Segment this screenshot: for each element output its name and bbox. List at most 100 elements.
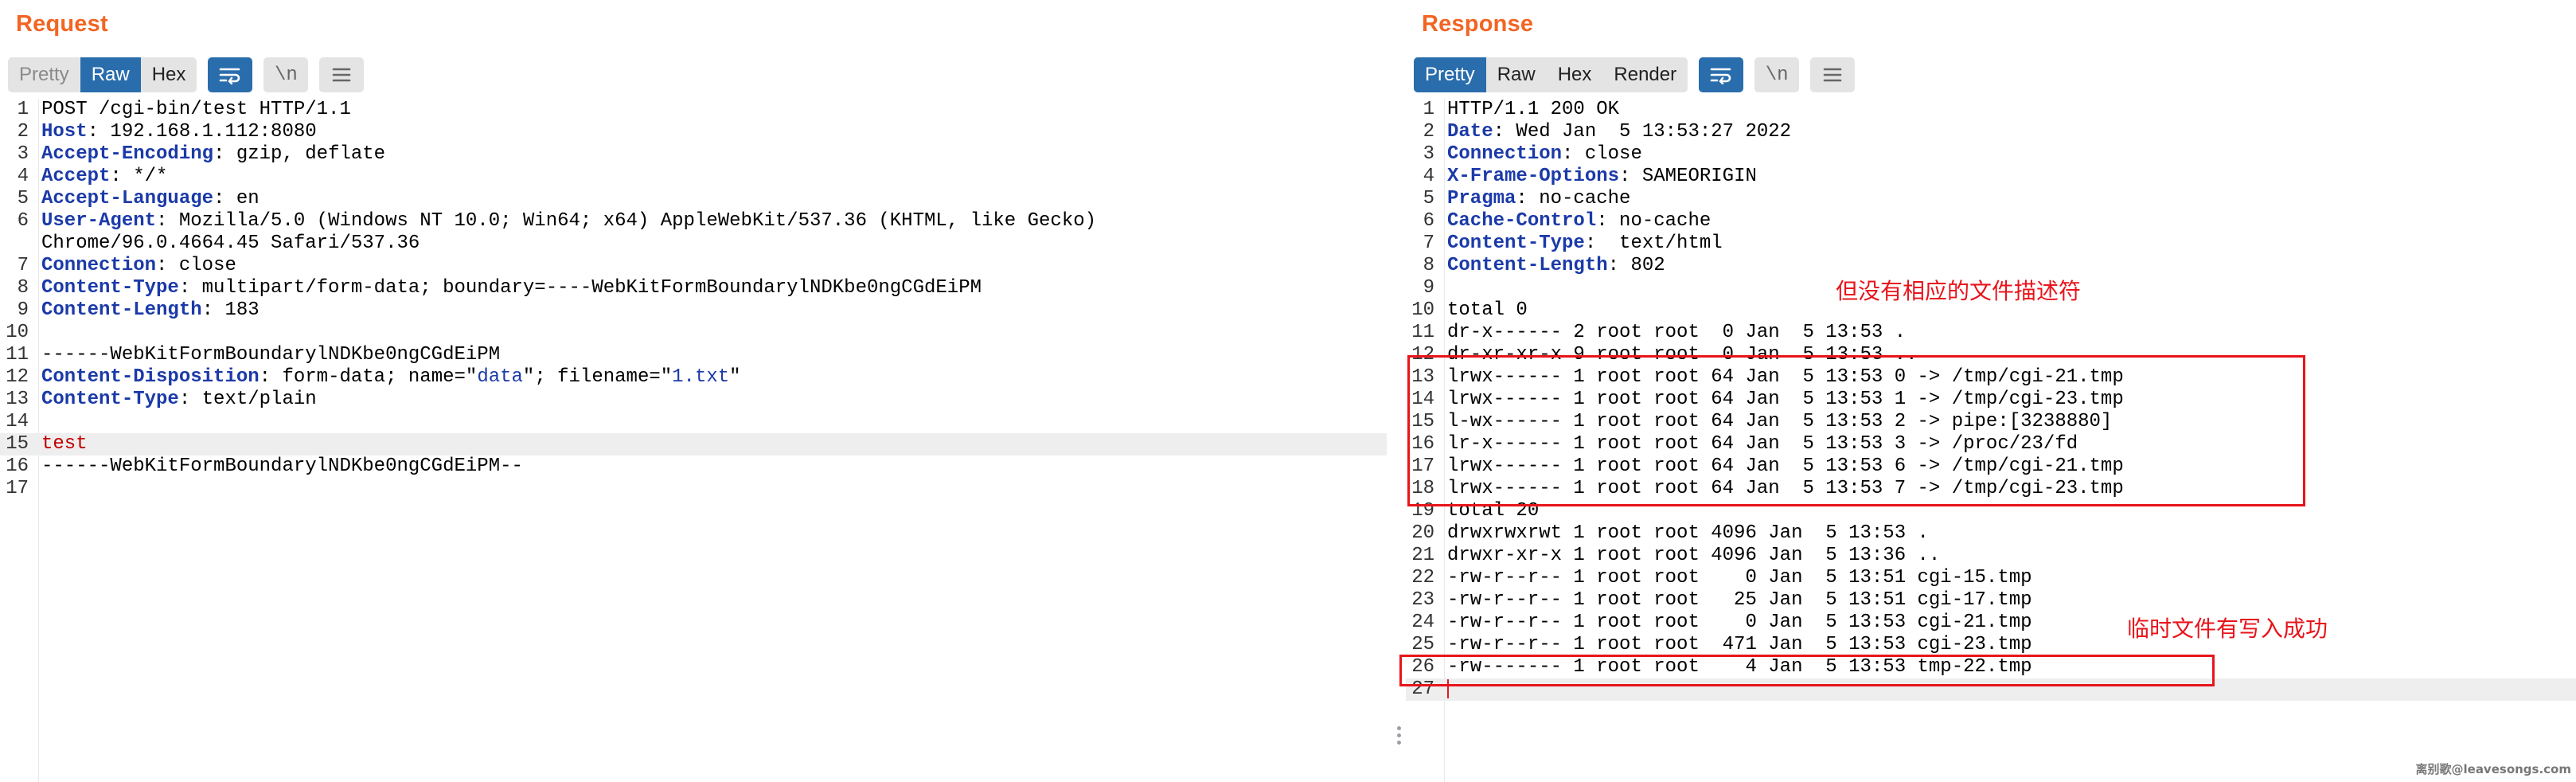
line-number: 20 [1411,522,1434,544]
response-line: 22 -rw-r--r-- 1 root root 0 Jan 5 13:51 c… [1406,567,2576,589]
request-line: 5 Accept-Language: en [0,188,1387,210]
line-content: Cache-Control: no-cache [1447,210,1711,232]
request-line: 14 [0,411,1387,433]
line-content: Chrome/96.0.4664.45 Safari/537.36 [41,233,420,254]
request-tab-raw[interactable]: Raw [80,57,141,92]
response-menu-button[interactable] [1810,57,1856,92]
wrap-icon [1710,68,1731,84]
line-number: 10 [6,322,29,343]
response-view-tabs: Pretty Raw Hex Render [1414,57,1688,92]
response-line: 21 drwxr-xr-x 1 root root 4096 Jan 5 13:3… [1406,545,2576,567]
line-content: Accept-Language: en [41,188,260,209]
request-line: 16 ------WebKitFormBoundarylNDKbe0ngCGdEi… [0,456,1387,478]
line-number: 6 [17,210,29,232]
watermark: 离别歌@leavesongs.com [2415,762,2572,776]
response-tab-pretty[interactable]: Pretty [1414,57,1486,92]
menu-icon [333,68,351,82]
request-tab-pretty[interactable]: Pretty [8,57,80,92]
line-content: -rw-r--r-- 1 root root 471 Jan 5 13:53 c… [1447,634,2032,655]
line-content: drwxrwxrwt 1 root root 4096 Jan 5 13:53 … [1447,522,1929,544]
response-tab-hex[interactable]: Hex [1547,57,1603,92]
response-line: 1 HTTP/1.1 200 OK [1406,99,2576,121]
request-newline-button[interactable]: \n [263,57,309,92]
request-line: 8 Content-Type: multipart/form-data; boun… [0,277,1387,299]
request-menu-button[interactable] [319,57,365,92]
newline-icon: \n [274,64,298,86]
header-name: User-Agent [41,210,157,232]
request-tab-hex[interactable]: Hex [141,57,197,92]
menu-icon [1823,68,1842,82]
header-name: Content-Length [1447,255,1608,276]
request-line: 6 User-Agent: Mozilla/5.0 (Windows NT 10.… [0,210,1387,233]
response-tab-render[interactable]: Render [1602,57,1688,92]
line-content: Content-Type: text/plain [41,389,317,410]
line-number: 22 [1411,567,1434,588]
request-line: 15 test [0,433,1387,456]
request-wrap-button[interactable] [208,57,253,92]
line-number: 2 [1423,121,1434,143]
response-line: 23 -rw-r--r-- 1 root root 25 Jan 5 13:51 … [1406,589,2576,612]
line-number: 9 [1423,277,1434,299]
line-content: total 0 [1447,299,1528,321]
request-view-tabs: Pretty Raw Hex [8,57,197,92]
header-name: Content-Type [41,277,179,299]
response-title: Response [1422,11,1534,37]
request-line: 17 [0,478,1387,500]
header-name: Accept-Encoding [41,143,214,165]
header-name: Connection [1447,143,1563,165]
line-number: 7 [1423,233,1434,254]
line-content: ------WebKitFormBoundarylNDKbe0ngCGdEiPM… [41,456,523,477]
request-line: 9 Content-Length: 183 [0,299,1387,322]
line-number: 14 [6,411,29,432]
request-toolbar: Pretty Raw Hex \n [8,57,365,92]
line-content: Content-Length: 802 [1447,255,1665,276]
line-content: Content-Type: multipart/form-data; bound… [41,277,982,299]
line-number: 5 [17,188,29,209]
line-number: 24 [1411,612,1434,633]
note-tmp-written: 临时文件有写入成功 [2127,616,2328,642]
newline-icon: \n [1765,64,1789,86]
line-number: 13 [6,389,29,410]
header-name: Cache-Control [1447,210,1597,232]
line-content: ------WebKitFormBoundarylNDKbe0ngCGdEiPM [41,344,501,366]
note-no-fd: 但没有相应的文件描述符 [1836,278,2082,304]
line-content: Content-Disposition: form-data; name="da… [41,366,741,388]
request-line: 13 Content-Type: text/plain [0,389,1387,411]
line-content: Connection: close [41,255,236,276]
request-line: 10 [0,322,1387,344]
line-number: 25 [1411,634,1434,655]
line-content: Accept: */* [41,166,168,187]
line-content: -rw-r--r-- 1 root root 0 Jan 5 13:53 cgi… [1447,612,2032,633]
response-wrap-button[interactable] [1699,57,1744,92]
response-tab-raw[interactable]: Raw [1486,57,1547,92]
line-content: drwxr-xr-x 1 root root 4096 Jan 5 13:36 … [1447,545,1941,566]
header-name: Accept-Language [41,188,214,209]
line-number: 21 [1411,545,1434,566]
param-value: 1.txt [672,366,730,388]
line-number: 23 [1411,589,1434,611]
request-editor[interactable]: 1 POST /cgi-bin/test HTTP/1.1 2 Host: 192.1… [0,99,1387,782]
line-number: 17 [6,478,29,499]
response-line: 2 Date: Wed Jan 5 13:53:27 2022 [1406,121,2576,143]
divider-handle-icon[interactable] [1397,726,1402,748]
line-number: 3 [17,143,29,165]
line-number: 16 [6,456,29,477]
line-number: 1 [1423,99,1434,120]
line-content: -rw-r--r-- 1 root root 25 Jan 5 13:51 cg… [1447,589,2032,611]
request-pane: Request Pretty Raw Hex \n 1 POST /cgi-bin… [0,0,1387,782]
line-number: 3 [1423,143,1434,165]
line-content: dr-x------ 2 root root 0 Jan 5 13:53 . [1447,322,1907,343]
response-line: 3 Connection: close [1406,143,2576,166]
line-content: POST /cgi-bin/test HTTP/1.1 [41,99,351,120]
line-number: 12 [6,366,29,388]
response-line: 5 Pragma: no-cache [1406,188,2576,210]
line-content: Content-Type: text/html [1447,233,1723,254]
request-line: 1 POST /cgi-bin/test HTTP/1.1 [0,99,1387,121]
line-number: 7 [17,255,29,276]
line-number: 6 [1423,210,1434,232]
request-line: Chrome/96.0.4664.45 Safari/537.36 [0,233,1387,255]
line-number: 11 [1411,322,1434,343]
response-newline-button[interactable]: \n [1754,57,1800,92]
request-line: 4 Accept: */* [0,166,1387,188]
line-number: 8 [17,277,29,299]
